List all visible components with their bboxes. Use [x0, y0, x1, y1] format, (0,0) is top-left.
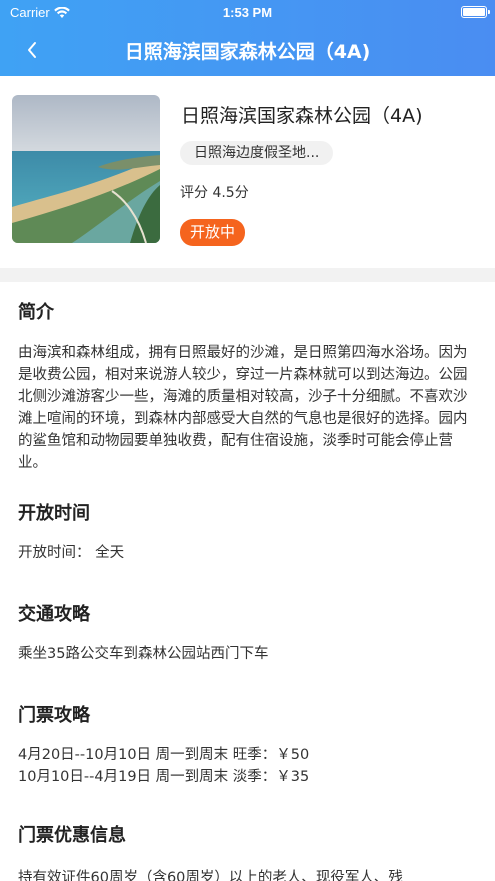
intro-title: 简介: [18, 302, 54, 323]
discount-section: 门票优惠信息 持有效证件60周岁（含60周岁）以上的老人、现役军人、残: [18, 823, 480, 881]
tickets-title: 门票攻略: [18, 705, 90, 726]
transport-text: 乘坐35路公交车到森林公园站西门下车: [18, 646, 269, 662]
hours-section: 开放时间 开放时间： 全天: [18, 501, 480, 564]
section-divider: [0, 268, 495, 282]
discount-text: 持有效证件60周岁（含60周岁）以上的老人、现役军人、残: [18, 870, 403, 881]
back-button[interactable]: [18, 36, 46, 64]
status-bar: Carrier 1:53 PM: [0, 0, 495, 26]
place-photo[interactable]: [12, 95, 160, 243]
transport-section: 交通攻略 乘坐35路公交车到森林公园站西门下车: [18, 602, 480, 665]
place-info-card: 日照海滨国家森林公园（4A) 日照海边度假圣地... 评分 4.5分 开放中: [0, 76, 495, 268]
battery-icon: [461, 6, 490, 18]
page-title: 日照海滨国家森林公园（4A): [124, 41, 371, 63]
discount-title: 门票优惠信息: [18, 825, 126, 846]
detail-content: 简介 由海滨和森林组成，拥有日照最好的沙滩，是日照第四海水浴场。因为是收费公园，…: [0, 282, 495, 881]
transport-title: 交通攻略: [18, 604, 90, 625]
chevron-left-icon: [28, 42, 36, 58]
hours-text: 开放时间： 全天: [18, 545, 125, 561]
hours-title: 开放时间: [18, 503, 90, 524]
intro-section: 简介 由海滨和森林组成，拥有日照最好的沙滩，是日照第四海水浴场。因为是收费公园，…: [18, 300, 480, 474]
tickets-section: 门票攻略 4月20日--10月10日 周一到周末 旺季：￥50 10月10日--…: [18, 703, 480, 788]
status-badge: 开放中: [180, 219, 246, 246]
intro-text: 由海滨和森林组成，拥有日照最好的沙滩，是日照第四海水浴场。因为是收费公园，相对来…: [18, 345, 468, 471]
place-name: 日照海滨国家森林公园（4A): [181, 105, 423, 127]
nav-header: Carrier 1:53 PM 日照海滨国家森林公园（4A): [0, 0, 495, 76]
place-rating: 评分 4.5分: [180, 185, 249, 201]
place-tag: 日照海边度假圣地...: [180, 141, 334, 165]
tickets-text: 4月20日--10月10日 周一到周末 旺季：￥50 10月10日--4月19日…: [18, 747, 310, 785]
status-time: 1:53 PM: [222, 5, 273, 20]
